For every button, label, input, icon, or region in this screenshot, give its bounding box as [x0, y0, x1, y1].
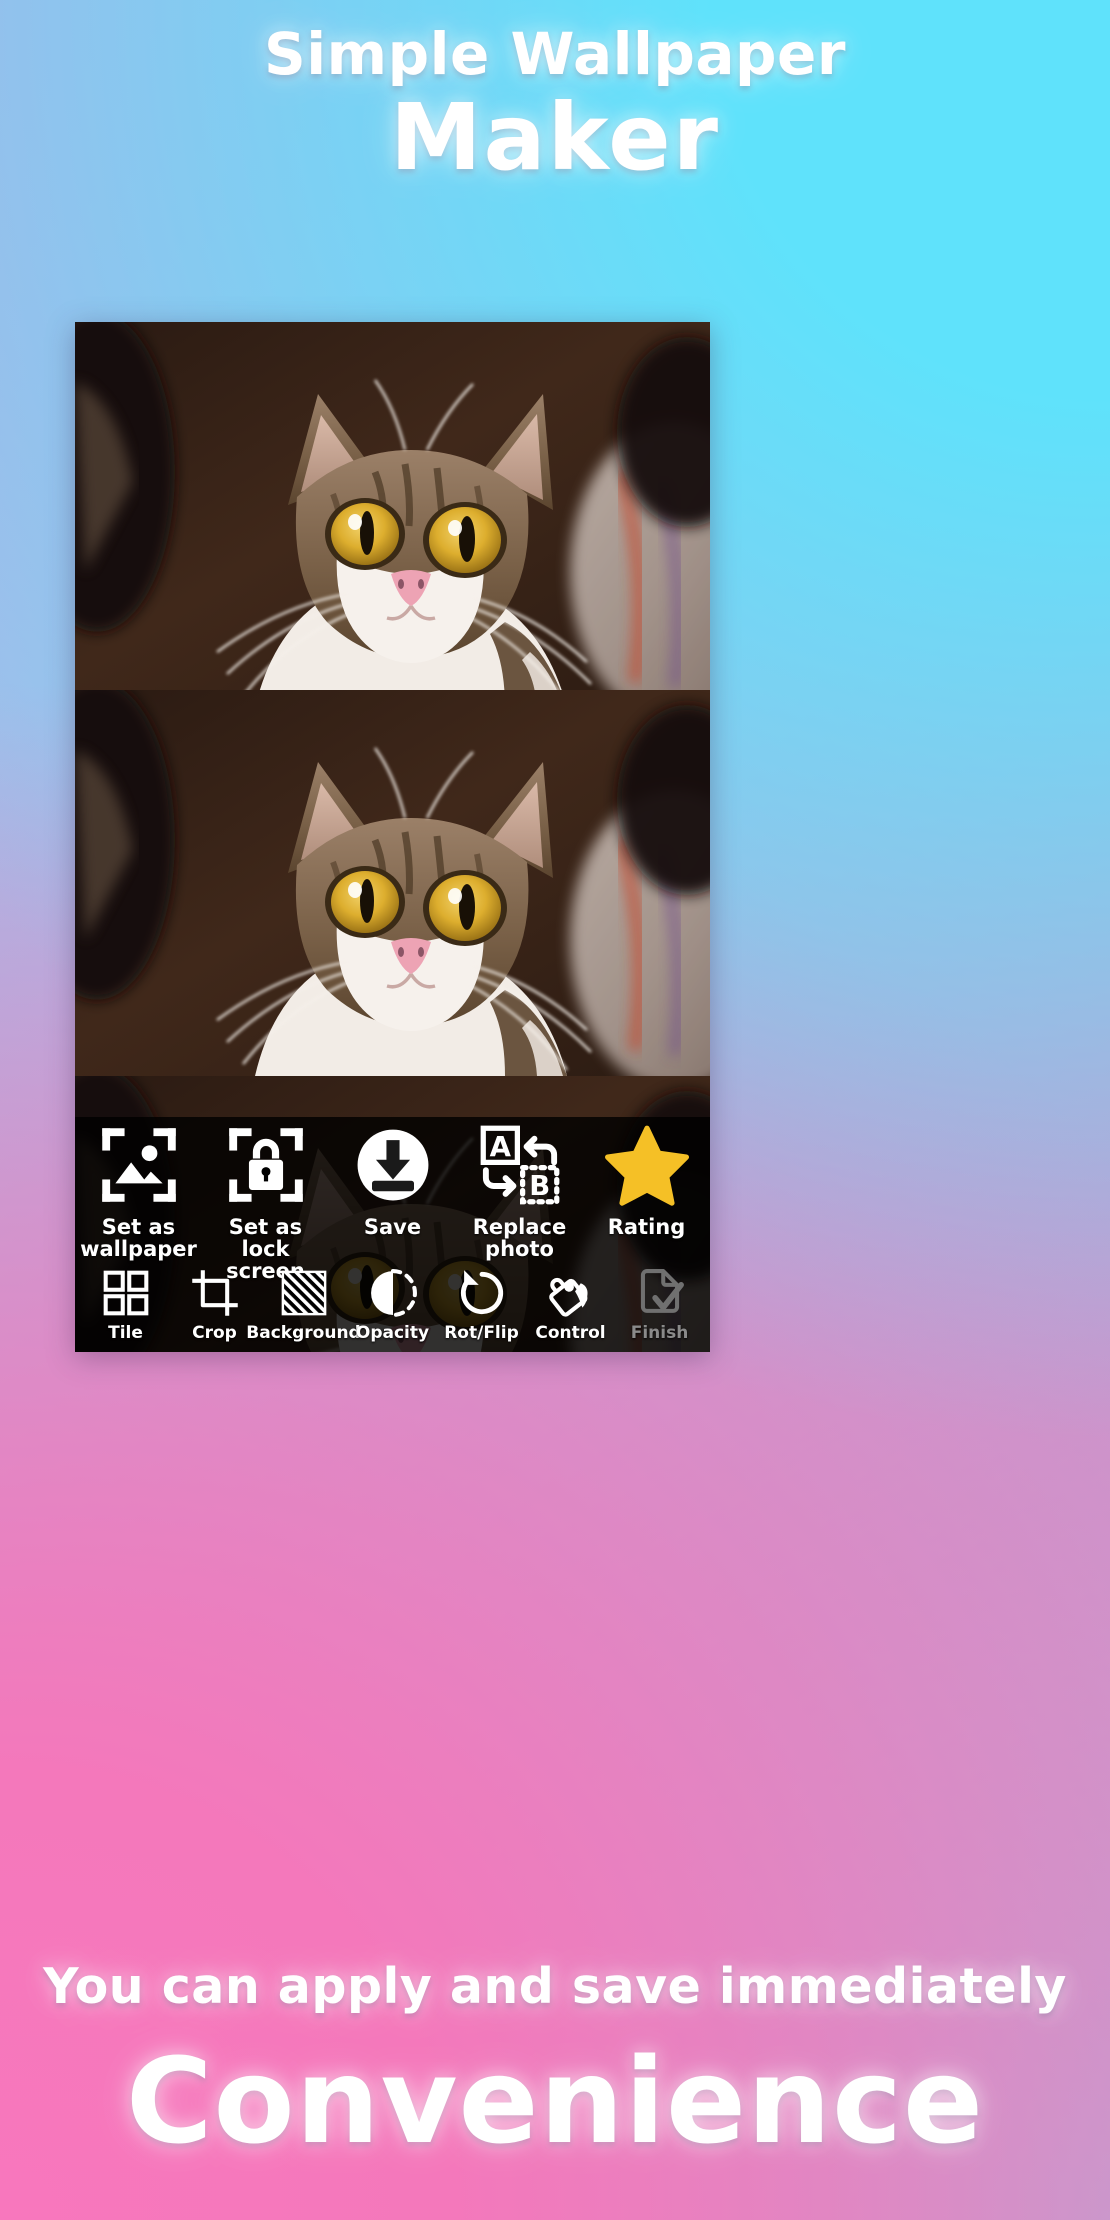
- toolbar-primary-row: Set as wallpaper Set as lock screen Save…: [75, 1117, 710, 1282]
- tile-icon: [100, 1267, 152, 1323]
- set-as-wallpaper-label: Set as wallpaper: [80, 1215, 197, 1262]
- wallpaper-preview-top: [75, 322, 710, 690]
- save-icon: [351, 1123, 435, 1211]
- replace-photo-label: Replace photo: [472, 1215, 567, 1262]
- control-button[interactable]: Control: [529, 1267, 613, 1343]
- toolbar-secondary-row: Tile Crop Background Opacity Rot/Flip Co…: [75, 1267, 710, 1352]
- wallpaper-preview-middle: [75, 690, 710, 1076]
- crop-icon: [189, 1267, 241, 1323]
- finish-button[interactable]: Finish: [618, 1267, 702, 1343]
- control-label: Control: [535, 1323, 606, 1343]
- rating-button[interactable]: Rating: [588, 1123, 706, 1238]
- opacity-label: Opacity: [355, 1323, 430, 1343]
- set-as-wallpaper-button[interactable]: Set as wallpaper: [80, 1123, 198, 1260]
- tile-label: Tile: [108, 1323, 143, 1343]
- rotate-flip-button[interactable]: Rot/Flip: [440, 1267, 524, 1343]
- replace-photo-button[interactable]: A B Replace photo: [461, 1123, 579, 1260]
- background-label: Background: [246, 1323, 361, 1343]
- opacity-button[interactable]: Opacity: [351, 1267, 435, 1343]
- finish-label: Finish: [630, 1323, 689, 1343]
- promo-subtitle-line2: Convenience: [125, 2032, 985, 2170]
- save-label: Save: [363, 1215, 422, 1239]
- rating-star-icon: [604, 1123, 689, 1211]
- set-as-lock-screen-button[interactable]: Set as lock screen: [207, 1123, 325, 1282]
- rotate-flip-label: Rot/Flip: [444, 1323, 519, 1343]
- background-button[interactable]: Background: [246, 1267, 361, 1343]
- rating-label: Rating: [607, 1215, 686, 1239]
- rotate-flip-icon: [456, 1267, 508, 1323]
- replace-photo-icon: A B: [478, 1123, 562, 1211]
- promo-subtitle-line1: You can apply and save immediately: [43, 1958, 1067, 2015]
- editor-toolbar: Set as wallpaper Set as lock screen Save…: [75, 1117, 710, 1352]
- background-icon: [278, 1267, 330, 1323]
- set-as-wallpaper-icon: [97, 1123, 181, 1211]
- promo-title-line1: Simple Wallpaper: [264, 20, 846, 88]
- control-icon: [545, 1267, 597, 1323]
- finish-icon: [634, 1267, 686, 1323]
- svg-text:B: B: [529, 1170, 550, 1202]
- crop-label: Crop: [192, 1323, 237, 1343]
- set-as-lock-screen-icon: [224, 1123, 308, 1211]
- opacity-icon: [367, 1267, 419, 1323]
- crop-button[interactable]: Crop: [173, 1267, 257, 1343]
- svg-text:A: A: [489, 1131, 511, 1163]
- promo-title-line2: Maker: [389, 84, 721, 191]
- save-button[interactable]: Save: [334, 1123, 452, 1238]
- tile-button[interactable]: Tile: [84, 1267, 168, 1343]
